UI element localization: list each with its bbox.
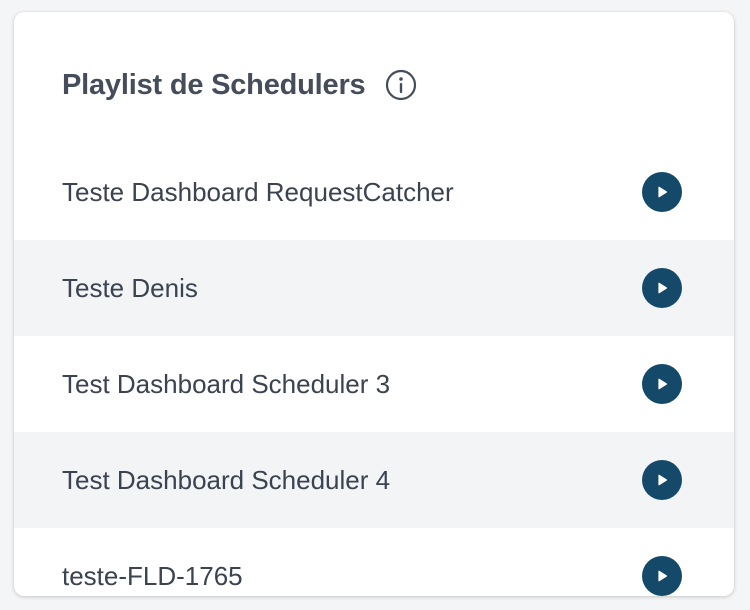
scheduler-name: teste-FLD-1765 (62, 560, 243, 591)
scheduler-name: Teste Denis (62, 272, 198, 303)
card-header: Playlist de Schedulers (62, 68, 417, 102)
scheduler-name: Teste Dashboard RequestCatcher (62, 176, 454, 207)
list-item: Teste Denis (14, 240, 734, 336)
play-button[interactable] (642, 364, 682, 404)
play-icon (658, 186, 668, 198)
play-icon (658, 282, 668, 294)
play-icon (658, 474, 668, 486)
scheduler-playlist-card: Playlist de Schedulers Teste Dashboard R… (14, 12, 734, 596)
info-icon[interactable] (385, 69, 417, 101)
list-item: Test Dashboard Scheduler 4 (14, 432, 734, 528)
scheduler-name: Test Dashboard Scheduler 3 (62, 368, 391, 399)
play-button[interactable] (642, 172, 682, 212)
play-icon (658, 570, 668, 582)
list-item: Test Dashboard Scheduler 3 (14, 336, 734, 432)
scheduler-list: Teste Dashboard RequestCatcher Teste Den… (14, 144, 734, 596)
play-icon (658, 378, 668, 390)
info-circle-icon (386, 69, 417, 101)
card-title: Playlist de Schedulers (62, 68, 366, 101)
list-item: teste-FLD-1765 (14, 528, 734, 596)
scheduler-name: Test Dashboard Scheduler 4 (62, 464, 391, 495)
play-button[interactable] (642, 268, 682, 308)
list-item: Teste Dashboard RequestCatcher (14, 144, 734, 240)
play-button[interactable] (642, 556, 682, 596)
play-button[interactable] (642, 460, 682, 500)
